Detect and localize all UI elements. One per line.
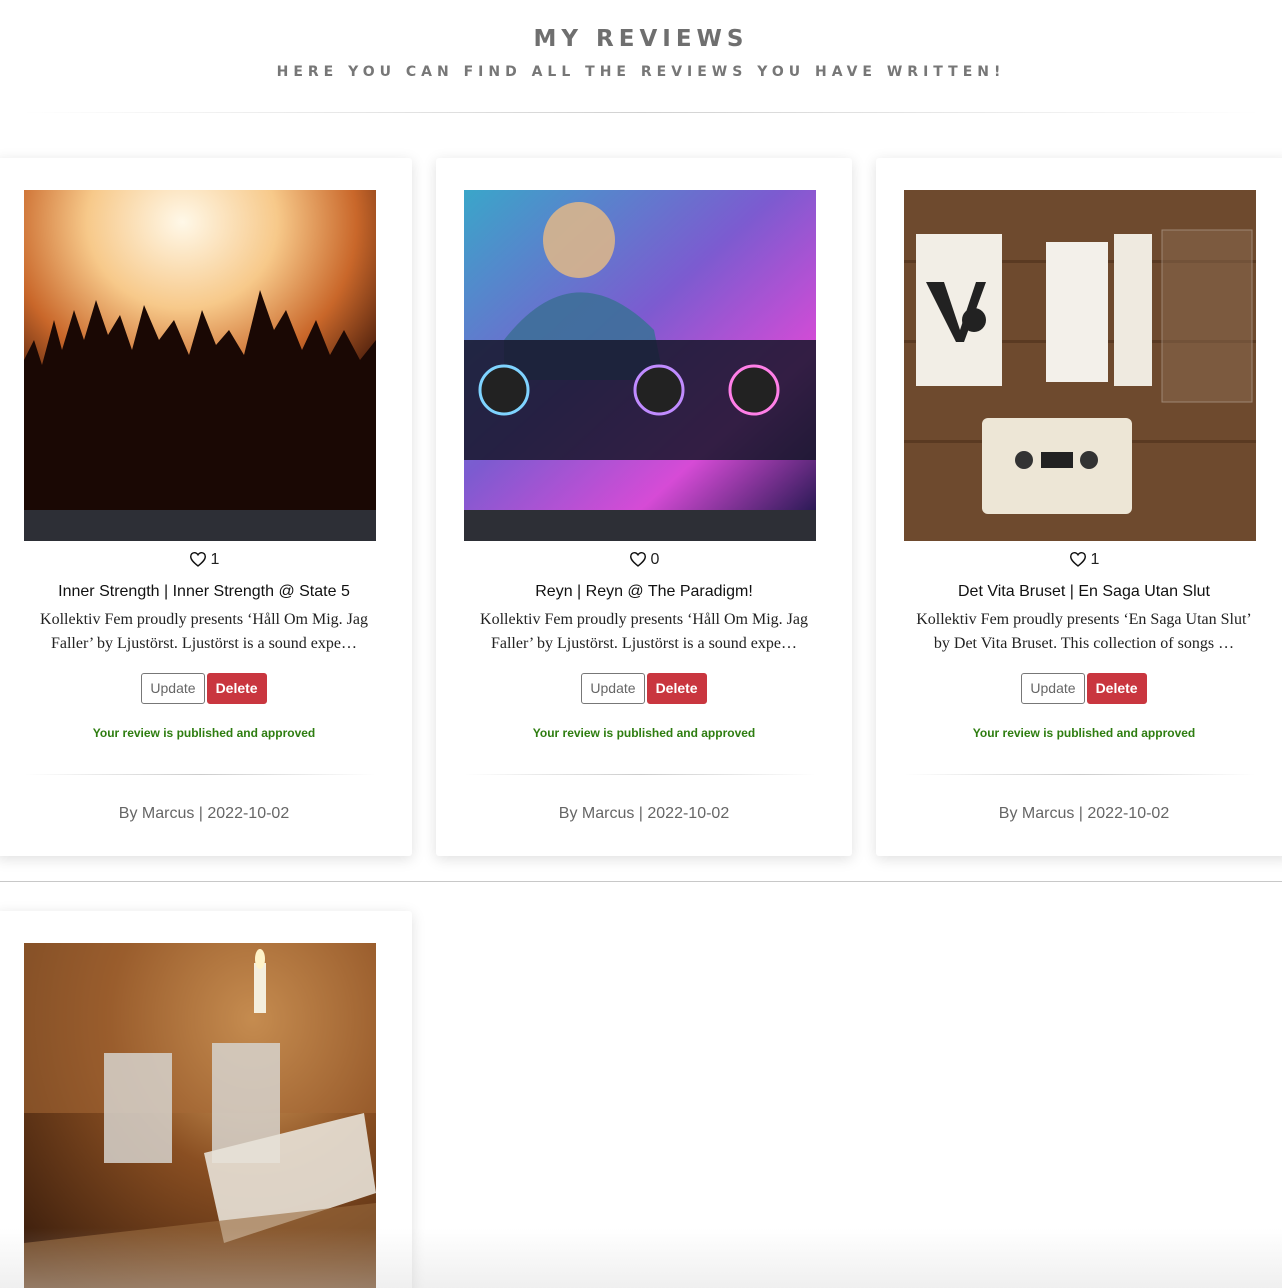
like-count-value: 1 <box>210 551 220 568</box>
heart-icon[interactable] <box>189 551 207 572</box>
review-byline: By Marcus | 2022-10-02 <box>118 805 290 822</box>
row-divider <box>0 881 1282 882</box>
card-divider <box>904 774 1256 775</box>
card-divider <box>464 774 816 775</box>
update-button[interactable]: Update <box>141 673 205 704</box>
page-header: MY REVIEWS HERE YOU CAN FIND ALL THE REV… <box>0 0 1282 80</box>
card-divider <box>24 774 376 775</box>
dj-mixer-image <box>464 190 816 541</box>
approval-status: Your review is published and approved <box>532 726 756 740</box>
like-count-value: 0 <box>650 551 660 568</box>
review-excerpt: Kollektiv Fem proudly presents ‘Håll Om … <box>480 611 808 652</box>
update-button[interactable]: Update <box>1021 673 1085 704</box>
review-excerpt: Kollektiv Fem proudly presents ‘Håll Om … <box>40 611 368 652</box>
review-excerpt: Kollektiv Fem proudly presents ‘En Saga … <box>916 611 1252 652</box>
heart-icon[interactable] <box>1069 551 1087 572</box>
header-divider <box>20 112 1262 113</box>
review-title[interactable]: Inner Strength | Inner Strength @ State … <box>0 583 412 601</box>
approval-status: Your review is published and approved <box>92 726 316 740</box>
review-card: 1 Det Vita Bruset | En Saga Utan Slut Ko… <box>876 158 1282 856</box>
review-byline: By Marcus | 2022-10-02 <box>998 805 1170 822</box>
review-card: 0 Reyn | Reyn @ The Paradigm! Kollektiv … <box>436 158 852 856</box>
like-count: 1 <box>876 551 1282 572</box>
heart-icon[interactable] <box>629 551 647 572</box>
review-actions: Update Delete <box>436 673 852 704</box>
review-byline: By Marcus | 2022-10-02 <box>558 805 730 822</box>
cassette-candle-image <box>24 943 376 1288</box>
review-card <box>0 911 412 1288</box>
like-count: 0 <box>436 551 852 572</box>
review-actions: Update Delete <box>876 673 1282 704</box>
page-subtitle: HERE YOU CAN FIND ALL THE REVIEWS YOU HA… <box>276 64 1006 80</box>
delete-button[interactable]: Delete <box>1086 673 1147 704</box>
cassette-tape-image <box>904 190 1256 541</box>
approval-status: Your review is published and approved <box>972 726 1196 740</box>
review-card: 1 Inner Strength | Inner Strength @ Stat… <box>0 158 412 856</box>
concert-crowd-image <box>24 190 376 541</box>
review-title[interactable]: Det Vita Bruset | En Saga Utan Slut <box>876 583 1282 601</box>
like-count-value: 1 <box>1090 551 1100 568</box>
page-title: MY REVIEWS <box>533 26 749 52</box>
delete-button[interactable]: Delete <box>206 673 267 704</box>
review-title[interactable]: Reyn | Reyn @ The Paradigm! <box>436 583 852 601</box>
delete-button[interactable]: Delete <box>646 673 707 704</box>
like-count: 1 <box>0 551 412 572</box>
update-button[interactable]: Update <box>581 673 645 704</box>
review-actions: Update Delete <box>0 673 412 704</box>
